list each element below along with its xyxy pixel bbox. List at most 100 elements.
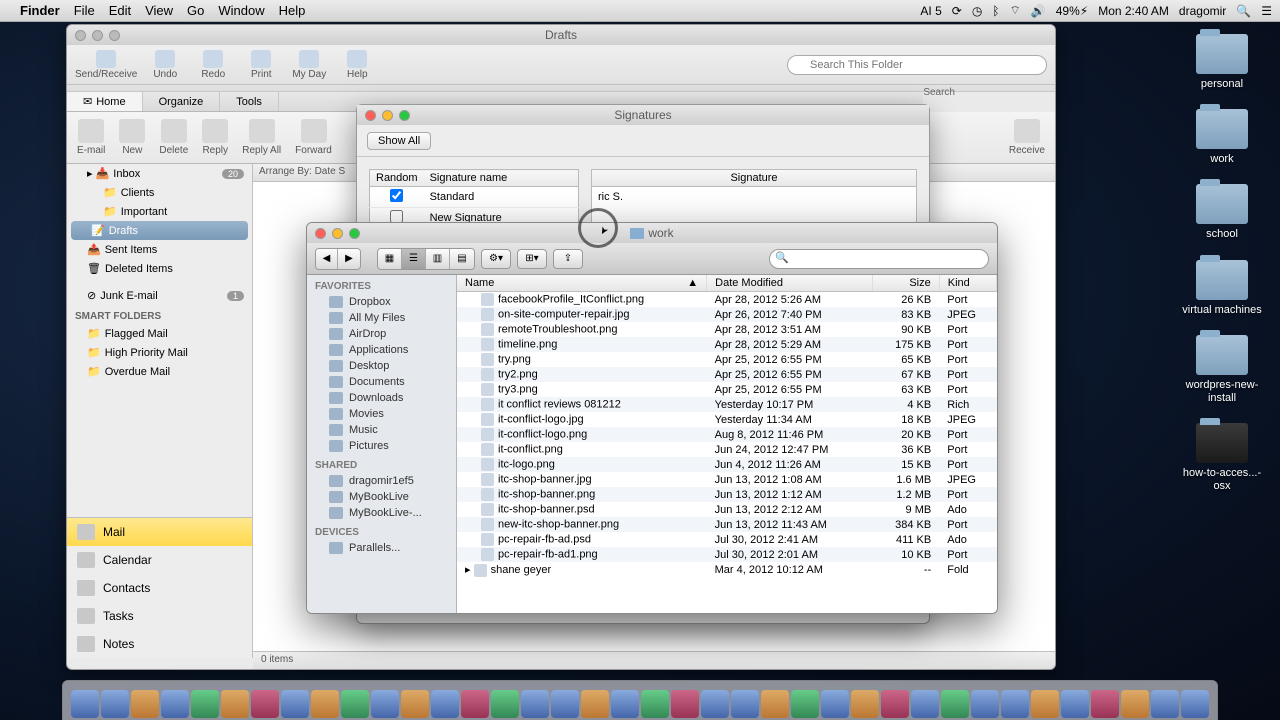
dock-app-35[interactable] <box>1121 690 1149 718</box>
nav-section-tasks[interactable]: Tasks <box>67 602 252 630</box>
tab-home[interactable]: ✉Home <box>67 92 143 111</box>
share-button[interactable]: ⇪ <box>553 249 583 269</box>
dock-app-10[interactable] <box>371 690 399 718</box>
dock-app-29[interactable] <box>941 690 969 718</box>
smart-flagged-mail[interactable]: 📁 Flagged Mail <box>67 324 252 343</box>
dock-app-28[interactable] <box>911 690 939 718</box>
dock-app-11[interactable] <box>401 690 429 718</box>
menu-view[interactable]: View <box>145 3 173 18</box>
wifi-icon[interactable]: ⌔ <box>1010 3 1021 18</box>
file-row[interactable]: itc-shop-banner.psdJun 13, 2012 2:12 AM9… <box>457 502 997 517</box>
ribbon-new[interactable]: New <box>119 119 145 156</box>
nav-section-mail[interactable]: Mail <box>67 518 252 546</box>
sidebar-dragomir1ef5[interactable]: dragomir1ef5 <box>307 473 456 489</box>
tab-organize[interactable]: Organize <box>143 92 221 111</box>
dock-app-2[interactable] <box>131 690 159 718</box>
desktop-item-wordpres-new-install[interactable]: wordpres-new-install <box>1182 335 1262 405</box>
file-row[interactable]: remoteTroubleshoot.pngApr 28, 2012 3:51 … <box>457 322 997 337</box>
menu-file[interactable]: File <box>74 3 95 18</box>
dock-app-32[interactable] <box>1031 690 1059 718</box>
menu-help[interactable]: Help <box>279 3 306 18</box>
notification-icon[interactable]: ☰ <box>1261 4 1272 18</box>
file-row[interactable]: new-itc-shop-banner.pngJun 13, 2012 11:4… <box>457 517 997 532</box>
battery-status[interactable]: 49% ⚡︎ <box>1056 4 1088 18</box>
sidebar-airdrop[interactable]: AirDrop <box>307 326 456 342</box>
arrange-button[interactable]: ⊞▾ <box>517 249 547 269</box>
desktop-item-school[interactable]: school <box>1182 184 1262 241</box>
file-row[interactable]: itc-shop-banner.jpgJun 13, 2012 1:08 AM1… <box>457 472 997 487</box>
app-name[interactable]: Finder <box>20 3 60 18</box>
coverflow-view-button[interactable]: ▤ <box>450 249 474 269</box>
dock-app-36[interactable] <box>1151 690 1179 718</box>
ribbon-reply-all[interactable]: Reply All <box>242 119 281 156</box>
sync-icon[interactable]: ⟳ <box>952 4 962 18</box>
dock-app-25[interactable] <box>821 690 849 718</box>
finder-search-input[interactable] <box>769 249 989 269</box>
dock-app-4[interactable] <box>191 690 219 718</box>
forward-button[interactable]: ▶ <box>338 249 360 269</box>
tab-tools[interactable]: Tools <box>220 92 279 111</box>
sidebar-mybooklive----[interactable]: MyBookLive-... <box>307 505 456 521</box>
dock-app-8[interactable] <box>311 690 339 718</box>
ribbon-forward[interactable]: Forward <box>295 119 332 156</box>
dock-app-6[interactable] <box>251 690 279 718</box>
smart-overdue-mail[interactable]: 📁 Overdue Mail <box>67 362 252 381</box>
adobe-indicator[interactable]: AI 5 <box>920 4 941 18</box>
file-row[interactable]: it-conflict.pngJun 24, 2012 12:47 PM36 K… <box>457 442 997 457</box>
toolbar-myday[interactable]: My Day <box>289 50 329 80</box>
search-input[interactable] <box>787 55 1047 75</box>
col-random[interactable]: Random <box>370 170 424 187</box>
volume-icon[interactable]: 🔊 <box>1031 4 1046 18</box>
username[interactable]: dragomir <box>1179 4 1226 18</box>
file-row[interactable]: try.pngApr 25, 2012 6:55 PM65 KBPort <box>457 352 997 367</box>
col-kind[interactable]: Kind <box>939 275 996 292</box>
dock-app-3[interactable] <box>161 690 189 718</box>
bluetooth-icon[interactable]: ᛒ <box>992 4 999 18</box>
dock-app-5[interactable] <box>221 690 249 718</box>
dock-app-1[interactable] <box>101 690 129 718</box>
col-size[interactable]: Size <box>873 275 940 292</box>
col-date-modified[interactable]: Date Modified <box>707 275 873 292</box>
sidebar-pictures[interactable]: Pictures <box>307 438 456 454</box>
file-row[interactable]: itc-logo.pngJun 4, 2012 11:26 AM15 KBPor… <box>457 457 997 472</box>
file-row[interactable]: pc-repair-fb-ad1.pngJul 30, 2012 2:01 AM… <box>457 547 997 562</box>
desktop-item-how-to-acces----osx[interactable]: how-to-acces...-osx <box>1182 423 1262 493</box>
sidebar-desktop[interactable]: Desktop <box>307 358 456 374</box>
dock-app-14[interactable] <box>491 690 519 718</box>
sidebar-music[interactable]: Music <box>307 422 456 438</box>
toolbar-help[interactable]: Help <box>337 50 377 80</box>
nav-drafts[interactable]: 📝 Drafts <box>71 221 248 240</box>
dock-app-20[interactable] <box>671 690 699 718</box>
dock-app-27[interactable] <box>881 690 909 718</box>
show-all-button[interactable]: Show All <box>367 132 431 150</box>
timemachine-icon[interactable]: ◷ <box>972 4 982 18</box>
signature-row[interactable]: Standard <box>370 187 579 208</box>
file-row[interactable]: it-conflict-logo.pngAug 8, 2012 11:46 PM… <box>457 427 997 442</box>
dock-app-9[interactable] <box>341 690 369 718</box>
col-sig-name[interactable]: Signature name <box>424 170 579 187</box>
file-row[interactable]: it-conflict-logo.jpgYesterday 11:34 AM18… <box>457 412 997 427</box>
file-row[interactable]: itc-shop-banner.pngJun 13, 2012 1:12 AM1… <box>457 487 997 502</box>
smart-high-priority-mail[interactable]: 📁 High Priority Mail <box>67 343 252 362</box>
nav-section-calendar[interactable]: Calendar <box>67 546 252 574</box>
dock-app-15[interactable] <box>521 690 549 718</box>
dock-app-26[interactable] <box>851 690 879 718</box>
file-row[interactable]: pc-repair-fb-ad.psdJul 30, 2012 2:41 AM4… <box>457 532 997 547</box>
clock[interactable]: Mon 2:40 AM <box>1098 4 1169 18</box>
nav-junk[interactable]: ⊘ Junk E-mail1 <box>67 286 252 305</box>
menu-go[interactable]: Go <box>187 3 204 18</box>
dock-app-17[interactable] <box>581 690 609 718</box>
nav-sent[interactable]: 📤 Sent Items <box>67 240 252 259</box>
ribbon-delete[interactable]: Delete <box>159 119 188 156</box>
sidebar-dropbox[interactable]: Dropbox <box>307 294 456 310</box>
nav-deleted[interactable]: 🗑 Deleted Items <box>67 259 252 278</box>
dock-app-21[interactable] <box>701 690 729 718</box>
dock-app-22[interactable] <box>731 690 759 718</box>
spotlight-icon[interactable]: 🔍 <box>1236 4 1251 18</box>
ribbon-receive[interactable]: Receive <box>1009 119 1045 156</box>
action-menu-button[interactable]: ⚙▾ <box>481 249 511 269</box>
nav-inbox-clients[interactable]: 📁 Clients <box>67 183 252 202</box>
file-row[interactable]: on-site-computer-repair.jpgApr 26, 2012 … <box>457 307 997 322</box>
toolbar-sendreceive[interactable]: Send/Receive <box>75 50 137 80</box>
sidebar-movies[interactable]: Movies <box>307 406 456 422</box>
